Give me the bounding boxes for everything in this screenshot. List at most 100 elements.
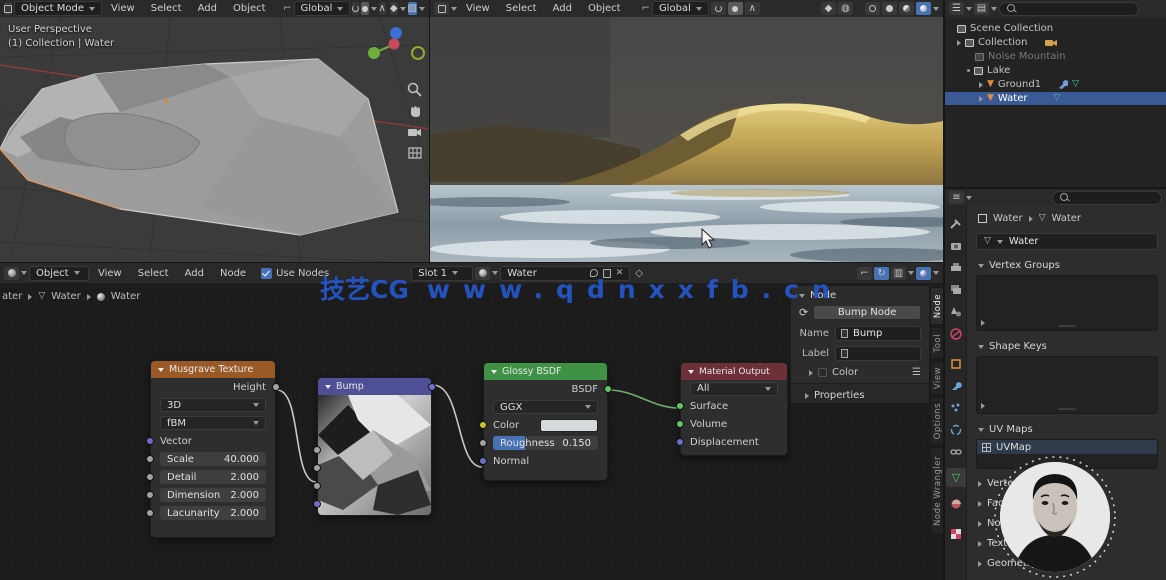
proportional-edit-icon[interactable] xyxy=(361,2,368,15)
shading-rendered-icon[interactable] xyxy=(916,2,931,15)
node-bump[interactable]: Bump xyxy=(317,377,432,516)
socket-height-output[interactable] xyxy=(272,383,280,391)
menu-select[interactable]: Select xyxy=(144,2,189,15)
disclosure-icon[interactable] xyxy=(979,96,983,102)
breadcrumb-data[interactable]: Water xyxy=(1051,213,1081,224)
panel-shape-keys[interactable]: Shape Keys xyxy=(968,331,1166,356)
sidebar-tab-view[interactable]: View xyxy=(930,361,943,395)
tab-output[interactable] xyxy=(946,258,966,277)
list-resize-grip[interactable] xyxy=(1058,325,1076,327)
disclosure-icon[interactable] xyxy=(979,82,983,88)
list-specials-icon[interactable] xyxy=(981,403,985,409)
tab-object-data[interactable]: ▽ xyxy=(946,468,966,487)
outliner-search[interactable] xyxy=(999,2,1139,16)
properties-search[interactable] xyxy=(1052,191,1162,205)
socket-normal-input[interactable] xyxy=(313,500,321,508)
tab-world[interactable] xyxy=(946,324,966,343)
dimension-slider[interactable]: Dimension2.000 xyxy=(160,488,266,502)
socket-normal-input[interactable] xyxy=(479,457,487,465)
orientation-dropdown[interactable]: Global xyxy=(652,1,709,16)
disclosure-icon[interactable] xyxy=(957,40,961,46)
shading-sphere-icon[interactable] xyxy=(916,267,931,280)
vertex-groups-list[interactable] xyxy=(976,275,1158,331)
tab-particles[interactable] xyxy=(946,398,966,417)
tab-texture[interactable] xyxy=(946,524,966,543)
outliner-row-scene-collection[interactable]: Scene Collection xyxy=(945,22,1166,35)
sidebar-tab-tool[interactable]: Tool xyxy=(930,327,943,359)
properties-search-input[interactable] xyxy=(1073,193,1153,203)
shading-material-icon[interactable] xyxy=(899,2,914,15)
socket-displacement-input[interactable] xyxy=(676,438,684,446)
shading-solid-icon[interactable] xyxy=(882,2,897,15)
menu-node[interactable]: Node xyxy=(213,267,253,280)
breadcrumb-object[interactable]: Water xyxy=(993,213,1023,224)
tab-view-layer[interactable] xyxy=(946,280,966,299)
tab-tool[interactable] xyxy=(946,214,966,233)
lacunarity-slider[interactable]: Lacunarity2.000 xyxy=(160,506,266,520)
outliner-row-collection[interactable]: Collection xyxy=(945,36,1166,49)
uvmap-list-item[interactable]: UVMap xyxy=(977,440,1157,454)
proportional-edit-icon[interactable] xyxy=(728,2,743,15)
socket-roughness-input[interactable] xyxy=(479,439,487,447)
editor-type-icon[interactable] xyxy=(434,2,449,15)
socket-scale-input[interactable] xyxy=(146,455,154,463)
navigation-gizmo[interactable] xyxy=(366,24,428,78)
socket-vector-input[interactable] xyxy=(146,437,154,445)
menu-view[interactable]: View xyxy=(91,267,129,280)
shading-wireframe-icon[interactable] xyxy=(865,2,880,15)
list-specials-icon[interactable] xyxy=(981,320,985,326)
menu-select[interactable]: Select xyxy=(499,2,544,15)
snap-toggle-icon[interactable]: ↻ xyxy=(874,267,889,280)
snap-icon[interactable] xyxy=(711,2,726,15)
output-target-dropdown[interactable]: All xyxy=(690,382,778,396)
list-resize-grip[interactable] xyxy=(1058,408,1076,410)
sidebar-properties-panel[interactable]: Properties xyxy=(791,383,929,403)
editor-type-icon[interactable] xyxy=(4,267,19,280)
musgrave-dimensions-dropdown[interactable]: 3D xyxy=(160,398,266,412)
node-musgrave-texture[interactable]: Musgrave Texture Height 3D fBM Vector Sc… xyxy=(150,360,276,538)
grid-ortho-icon[interactable] xyxy=(407,145,423,161)
color-expand-icon[interactable] xyxy=(809,370,813,376)
camera-view-icon[interactable] xyxy=(407,124,423,140)
socket-dimension-input[interactable] xyxy=(146,491,154,499)
musgrave-type-dropdown[interactable]: fBM xyxy=(160,416,266,430)
overlays-icon[interactable]: ◍ xyxy=(838,2,853,15)
tab-modifiers[interactable] xyxy=(946,376,966,395)
socket-bsdf-output[interactable] xyxy=(604,385,612,393)
menu-view[interactable]: View xyxy=(459,2,497,15)
panel-vertex-groups[interactable]: Vertex Groups xyxy=(968,252,1166,275)
color-checkbox[interactable] xyxy=(818,368,827,377)
snap-node-icon[interactable]: ⌐ xyxy=(857,267,872,280)
use-nodes-checkbox[interactable] xyxy=(261,268,272,279)
falloff-curve-icon[interactable]: ∧ xyxy=(379,2,386,15)
node-name-field[interactable]: Bump xyxy=(835,326,921,341)
socket-height-input[interactable] xyxy=(313,482,321,490)
editor-type-icon[interactable] xyxy=(4,2,12,15)
socket-surface-input[interactable] xyxy=(676,402,684,410)
zoom-tool-icon[interactable] xyxy=(407,82,423,98)
node-label-field[interactable] xyxy=(835,346,921,361)
xray-toggle-icon[interactable]: ▨ xyxy=(408,2,417,15)
node-glossy-bsdf[interactable]: Glossy BSDF BSDF GGX Color Roughness 0.1… xyxy=(483,362,608,481)
sidebar-tab-options[interactable]: Options xyxy=(930,397,943,445)
socket-lacunarity-input[interactable] xyxy=(146,509,154,517)
collapse-icon[interactable] xyxy=(158,368,164,372)
glossy-distribution-dropdown[interactable]: GGX xyxy=(493,400,598,414)
falloff-curve-icon[interactable]: ∧ xyxy=(745,2,760,15)
socket-color-input[interactable] xyxy=(479,421,487,429)
node-material-output[interactable]: Material Output All Surface Volume Displ… xyxy=(680,362,788,456)
menu-object[interactable]: Object xyxy=(581,2,628,15)
sidebar-tab-node[interactable]: Node xyxy=(930,287,943,325)
collapse-icon[interactable] xyxy=(688,370,694,374)
socket-strength-input[interactable] xyxy=(313,446,321,454)
socket-detail-input[interactable] xyxy=(146,473,154,481)
show-gizmo-icon[interactable]: ◆ xyxy=(390,2,398,15)
data-name-field[interactable]: ▽ Water xyxy=(976,233,1158,250)
properties-editor-type-icon[interactable]: ≡ xyxy=(949,191,964,204)
roughness-slider[interactable]: Roughness 0.150 xyxy=(493,436,598,450)
sidebar-tab-node-wrangler[interactable]: Node Wrangler xyxy=(930,447,943,535)
outliner-row-noise-mountain[interactable]: Noise Mountain xyxy=(945,50,1166,63)
menu-object[interactable]: Object xyxy=(226,2,273,15)
collapse-icon[interactable] xyxy=(491,370,497,374)
menu-add[interactable]: Add xyxy=(178,267,211,280)
